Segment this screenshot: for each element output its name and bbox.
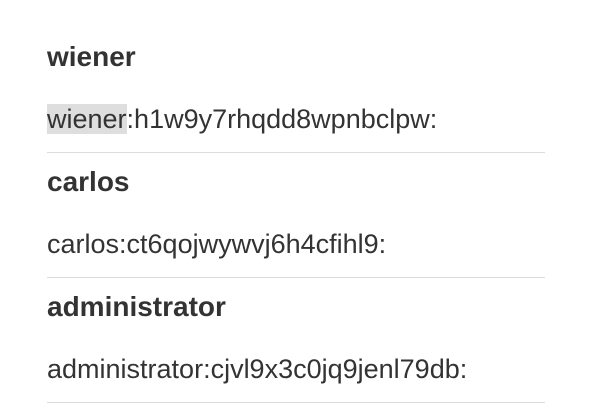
selected-username-text[interactable]: wiener	[47, 104, 127, 134]
username-heading: carlos	[47, 166, 130, 197]
username-heading: wiener	[47, 41, 136, 72]
password-hash-text: :ct6qojwywvj6h4cfihl9:	[119, 229, 387, 259]
user-entry-carlos: carlos carlos:ct6qojwywvj6h4cfihl9:	[47, 163, 545, 278]
user-entry-administrator: administrator administrator:cjvl9x3c0jq9…	[47, 288, 545, 403]
password-hash-text: :h1w9y7rhqdd8wpnbclpw:	[126, 104, 438, 134]
credentials-text: wiener:h1w9y7rhqdd8wpnbclpw:	[47, 76, 545, 152]
credential-username-text: administrator	[47, 354, 204, 384]
user-entry-wiener: wiener wiener:h1w9y7rhqdd8wpnbclpw:	[47, 38, 545, 153]
username-heading: administrator	[47, 291, 226, 322]
user-credentials-list: wiener wiener:h1w9y7rhqdd8wpnbclpw: carl…	[47, 38, 545, 403]
credentials-text: administrator:cjvl9x3c0jq9jenl79db:	[47, 326, 545, 402]
credential-username-text: carlos	[47, 229, 120, 259]
password-hash-text: :cjvl9x3c0jq9jenl79db:	[203, 354, 468, 384]
credentials-text: carlos:ct6qojwywvj6h4cfihl9:	[47, 201, 545, 277]
